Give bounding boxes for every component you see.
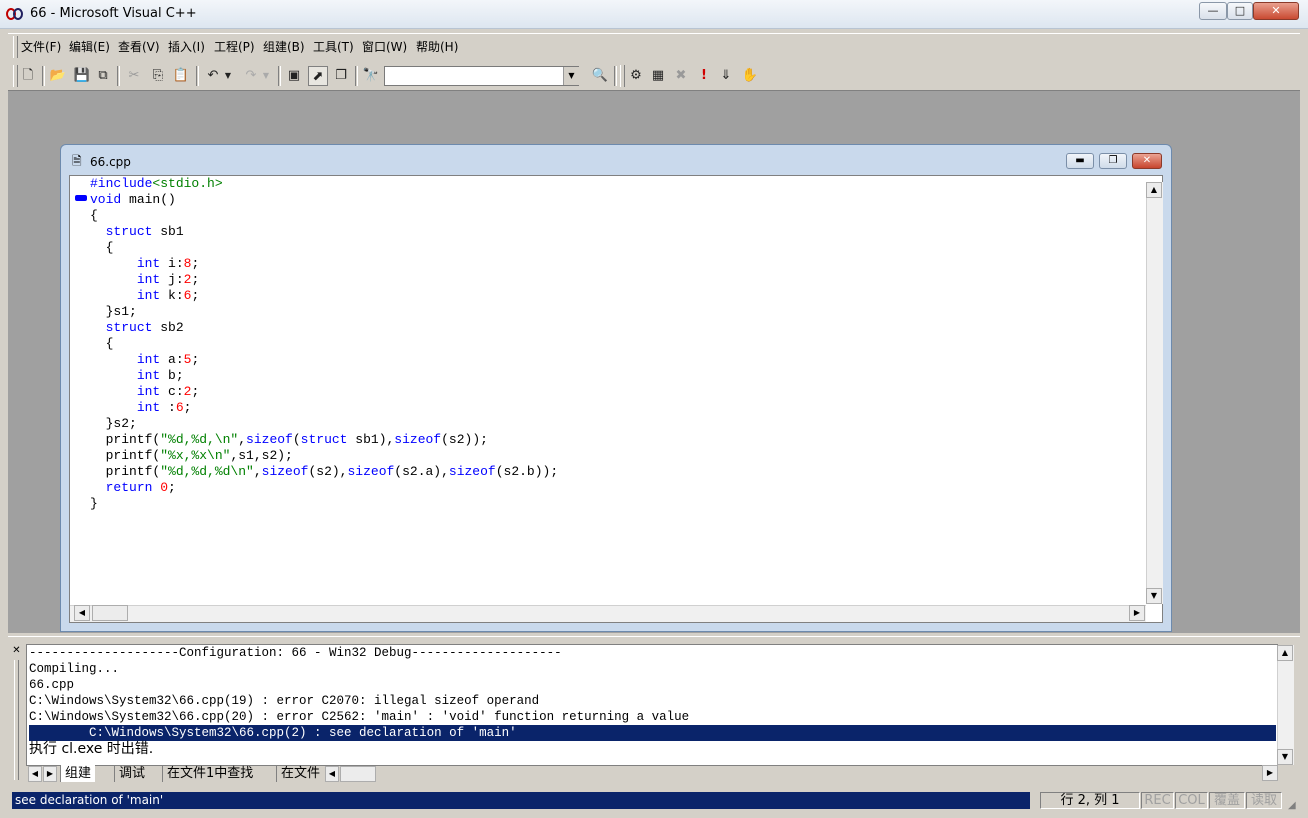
output-line-selected[interactable]: C:\Windows\System32\66.cpp(2) : see decl… bbox=[29, 725, 517, 741]
menu-insert[interactable]: 插入(I) bbox=[168, 38, 205, 55]
output-line[interactable]: 执行 cl.exe 时出错. bbox=[29, 741, 153, 757]
output-line[interactable]: 66.cpp bbox=[29, 677, 74, 693]
menu-tools[interactable]: 工具(T) bbox=[313, 38, 354, 55]
tab-debug[interactable]: 调试 bbox=[114, 765, 149, 782]
tab-build[interactable]: 组建 bbox=[60, 765, 96, 782]
output-horizontal-thumb[interactable] bbox=[340, 766, 376, 782]
compile-icon[interactable]: ⚙ bbox=[626, 66, 646, 86]
output-line[interactable]: C:\Windows\System32\66.cpp(20) : error C… bbox=[29, 709, 689, 725]
editor-vertical-scrollbar[interactable] bbox=[1146, 182, 1163, 604]
find-combo-input[interactable] bbox=[384, 66, 579, 86]
breakpoint-icon[interactable]: ✋ bbox=[740, 66, 760, 86]
cut-icon[interactable]: ✂ bbox=[124, 66, 144, 86]
menu-file[interactable]: 文件(F) bbox=[21, 38, 61, 55]
toolbar-separator bbox=[42, 66, 45, 86]
source-code[interactable]: #include<stdio.h> void main() { struct s… bbox=[90, 176, 558, 512]
status-col: COL bbox=[1175, 792, 1208, 809]
execute-icon[interactable]: ! bbox=[694, 66, 714, 86]
toolbar-separator bbox=[355, 66, 358, 86]
workspace-icon[interactable]: ▣ bbox=[284, 66, 304, 86]
maximize-button[interactable]: □ bbox=[1227, 2, 1253, 20]
copy-icon[interactable]: ⎘ bbox=[148, 66, 168, 86]
minimize-button[interactable]: — bbox=[1199, 2, 1227, 20]
horizontal-scroll-thumb[interactable] bbox=[92, 605, 128, 621]
menu-build[interactable]: 组建(B) bbox=[263, 38, 305, 55]
editor-horizontal-scrollbar[interactable] bbox=[70, 605, 1146, 622]
window-title: 66 - Microsoft Visual C++ bbox=[30, 6, 197, 21]
output-line[interactable]: Compiling... bbox=[29, 661, 119, 677]
output-scroll-down-icon[interactable]: ▼ bbox=[1277, 749, 1293, 765]
menubar-grip[interactable] bbox=[13, 36, 18, 58]
doc-close-button[interactable]: ✕ bbox=[1132, 153, 1162, 169]
scroll-down-icon[interactable]: ▼ bbox=[1146, 588, 1162, 604]
output-scroll-left-icon[interactable]: ◀ bbox=[325, 766, 339, 782]
tab-scroll-right-icon[interactable]: ▶ bbox=[43, 766, 57, 782]
editor-gutter[interactable] bbox=[70, 176, 88, 604]
open-folder-icon[interactable]: 📂 bbox=[48, 66, 68, 86]
window-list-icon[interactable]: ❐ bbox=[331, 66, 351, 86]
menu-view[interactable]: 查看(V) bbox=[118, 38, 160, 55]
toolbar-separator bbox=[278, 66, 281, 86]
document-title: 66.cpp bbox=[90, 155, 131, 169]
chevron-down-icon[interactable]: ▼ bbox=[563, 67, 579, 85]
output-scroll-up-icon[interactable]: ▲ bbox=[1277, 645, 1293, 661]
scroll-right-icon[interactable]: ▶ bbox=[1129, 605, 1145, 621]
build-icon[interactable]: ▦ bbox=[648, 66, 668, 86]
menu-edit[interactable]: 编辑(E) bbox=[69, 38, 110, 55]
output-icon[interactable]: ⬈ bbox=[308, 66, 328, 86]
save-icon[interactable]: 💾 bbox=[72, 66, 92, 86]
status-message: see declaration of 'main' bbox=[12, 792, 1030, 809]
undo-icon[interactable]: ↶ bbox=[203, 66, 223, 86]
app-icon bbox=[6, 8, 23, 20]
toolbar-grip[interactable] bbox=[620, 65, 625, 87]
output-vertical-scrollbar[interactable] bbox=[1277, 645, 1294, 765]
go-icon[interactable]: ⇓ bbox=[716, 66, 736, 86]
menu-project[interactable]: 工程(P) bbox=[214, 38, 255, 55]
new-file-icon[interactable]: 🗋 bbox=[18, 66, 38, 86]
status-rec: REC bbox=[1141, 792, 1174, 809]
menu-help[interactable]: 帮助(H) bbox=[416, 38, 458, 55]
output-close-icon[interactable]: ✕ bbox=[11, 645, 22, 656]
output-line[interactable]: --------------------Configuration: 66 - … bbox=[29, 645, 562, 661]
output-line[interactable]: C:\Windows\System32\66.cpp(19) : error C… bbox=[29, 693, 539, 709]
close-button[interactable]: ✕ bbox=[1253, 2, 1299, 20]
toolbar-separator bbox=[196, 66, 199, 86]
toolbar-separator bbox=[614, 66, 617, 86]
scroll-up-icon[interactable]: ▲ bbox=[1146, 182, 1162, 198]
status-overwrite: 覆盖 bbox=[1209, 792, 1245, 809]
tab-scroll-left-icon[interactable]: ◀ bbox=[28, 766, 42, 782]
output-dock-grip[interactable] bbox=[14, 660, 19, 780]
toolbar-separator bbox=[117, 66, 120, 86]
paste-icon[interactable]: 📋 bbox=[171, 66, 191, 86]
redo-dropdown-icon[interactable]: ▼ bbox=[260, 66, 272, 86]
redo-icon[interactable]: ↷ bbox=[241, 66, 261, 86]
menu-window[interactable]: 窗口(W) bbox=[362, 38, 407, 55]
document-icon: 🗎 bbox=[72, 154, 82, 168]
tab-find-in-files-1[interactable]: 在文件1中查找 bbox=[162, 765, 257, 782]
save-all-icon[interactable]: ⧉ bbox=[93, 66, 113, 86]
resize-grip-icon[interactable]: ◢ bbox=[1288, 800, 1302, 814]
undo-dropdown-icon[interactable]: ▼ bbox=[222, 66, 234, 86]
output-scroll-right-icon[interactable]: ▶ bbox=[1262, 765, 1278, 781]
stop-build-icon[interactable]: ✖ bbox=[671, 66, 691, 86]
tab-find-in-files-2[interactable]: 在文件 bbox=[276, 765, 324, 782]
scroll-left-icon[interactable]: ◀ bbox=[74, 605, 90, 621]
doc-minimize-button[interactable]: ▬ bbox=[1066, 153, 1094, 169]
find-icon[interactable]: 🔍 bbox=[590, 66, 610, 86]
doc-restore-button[interactable]: ❐ bbox=[1099, 153, 1127, 169]
status-cursor-position: 行 2, 列 1 bbox=[1040, 792, 1140, 809]
find-in-files-icon[interactable]: 🔭 bbox=[361, 66, 381, 86]
status-readonly: 读取 bbox=[1246, 792, 1282, 809]
current-line-marker-icon bbox=[75, 195, 87, 201]
